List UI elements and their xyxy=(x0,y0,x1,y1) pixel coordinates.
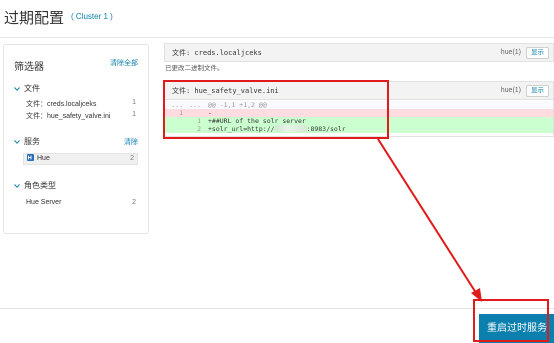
filter-item-label: Hue xyxy=(37,155,50,162)
filter-section-services[interactable]: 服务 xyxy=(14,136,40,147)
filter-item-hue[interactable]: Hue 2 xyxy=(23,153,138,165)
chevron-down-icon xyxy=(14,86,20,92)
file-name: 文件: creds.localjceks xyxy=(172,49,262,57)
show-button[interactable]: 显示 xyxy=(526,85,549,97)
filter-item-count: 1 xyxy=(132,111,136,118)
chevron-down-icon xyxy=(14,183,20,189)
filter-item-hue-safety-valve[interactable]: 文件：hue_safety_valve.ini 1 xyxy=(26,111,136,122)
filter-item-creds[interactable]: 文件：creds.localjceks 1 xyxy=(26,99,136,110)
clear-all-link[interactable]: 清除全部 xyxy=(110,58,138,68)
page-footer xyxy=(0,308,554,343)
filter-item-count: 2 xyxy=(132,199,136,206)
filter-section-label: 角色类型 xyxy=(24,181,56,190)
file-header: 文件: creds.localjceks hue(1) 显示 xyxy=(165,44,553,62)
clear-services-link[interactable]: 清除 xyxy=(124,137,138,147)
filter-section-label: 文件 xyxy=(24,84,40,93)
annotation-box-diff xyxy=(163,80,389,139)
binary-changed-note: 已更改二进制文件。 xyxy=(165,65,224,72)
filter-panel: 筛选器 清除全部 文件 文件：creds.localjceks 1 文件：hue… xyxy=(3,44,149,234)
filter-item-label: Hue Server xyxy=(26,199,62,206)
show-button[interactable]: 显示 xyxy=(526,47,549,59)
filter-item-label: 文件：hue_safety_valve.ini xyxy=(26,113,111,120)
file-role: hue(1) xyxy=(500,87,521,94)
annotation-box-restart xyxy=(473,299,549,342)
page-header: 过期配置 ( Cluster 1 ) xyxy=(0,0,554,38)
page-title: 过期配置 xyxy=(4,10,65,27)
file-card-creds: 文件: creds.localjceks hue(1) 显示 xyxy=(164,43,554,62)
cluster-link[interactable]: ( Cluster 1 ) xyxy=(71,12,113,21)
filter-section-label: 服务 xyxy=(24,137,40,146)
filter-section-role-type[interactable]: 角色类型 xyxy=(14,180,56,191)
file-role: hue(1) xyxy=(500,49,521,56)
chevron-down-icon xyxy=(14,139,20,145)
hue-service-icon xyxy=(27,154,34,161)
filter-item-label: 文件：creds.localjceks xyxy=(26,101,97,108)
filter-item-count: 2 xyxy=(130,155,134,162)
filter-item-hue-server[interactable]: Hue Server 2 xyxy=(26,199,136,210)
filter-panel-title: 筛选器 xyxy=(14,62,44,73)
filter-section-files[interactable]: 文件 xyxy=(14,83,40,94)
filter-item-count: 1 xyxy=(132,99,136,106)
